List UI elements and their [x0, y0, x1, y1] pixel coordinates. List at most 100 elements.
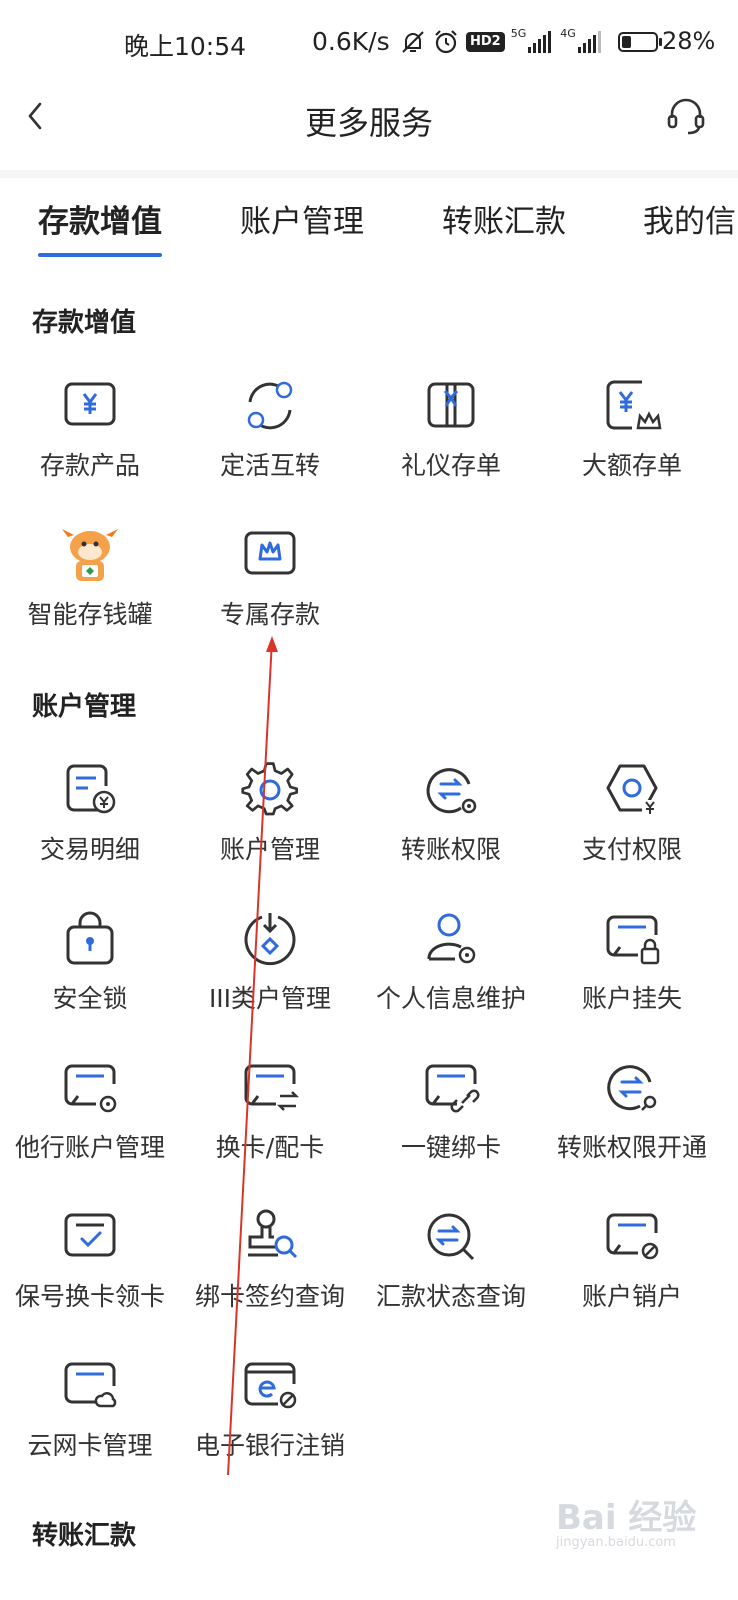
nav-bar: 更多服务: [0, 80, 738, 170]
service-label: 换卡/配卡: [215, 1133, 325, 1162]
hd-badge: HD2: [466, 32, 505, 52]
service-class3-account[interactable]: III类户管理: [180, 909, 360, 1049]
service-label: 安全锁: [52, 984, 128, 1013]
section-title-account: 账户管理: [32, 692, 137, 722]
lock-icon: [66, 911, 114, 965]
service-cloud-card[interactable]: 云网卡管理: [0, 1356, 180, 1496]
yuan-card-icon: [64, 382, 116, 426]
service-account-management[interactable]: 账户管理: [180, 760, 360, 900]
card-link-icon: [425, 1064, 480, 1113]
service-smart-piggy-bank[interactable]: 智能存钱罐: [0, 525, 180, 665]
network-speed: 0.6K/s: [312, 27, 390, 56]
customer-service-button[interactable]: [664, 94, 708, 138]
transfer-magnifier-icon: [427, 1213, 475, 1261]
card-settings-icon: [64, 1064, 117, 1113]
stamp-search-icon: [248, 1209, 298, 1259]
signal-icon: [528, 31, 552, 53]
e-card-cancel-icon: [244, 1362, 297, 1409]
transfer-search-icon: [607, 1065, 657, 1111]
battery-icon: [617, 32, 662, 52]
card-cancel-icon: [606, 1213, 659, 1260]
status-time: 晚上10:54: [124, 32, 247, 61]
service-transaction-details[interactable]: 交易明细: [0, 760, 180, 900]
service-label: 智能存钱罐: [27, 600, 153, 629]
service-label: 转账权限开通: [556, 1133, 707, 1162]
mute-bell-icon: [402, 31, 424, 53]
user-settings-icon: [427, 913, 476, 964]
network-4g-label: 4G: [560, 26, 576, 40]
service-gift-deposit[interactable]: 礼仪存单: [361, 376, 541, 516]
status-bar: 晚上10:54 0.6K/s HD2 5G 4G 28%: [0, 0, 738, 80]
signal-icon: [577, 31, 601, 53]
service-label: 电子银行注销: [194, 1431, 345, 1460]
yuan-crown-icon: [606, 380, 662, 430]
service-security-lock[interactable]: 安全锁: [0, 909, 180, 1049]
service-label: 一键绑卡: [400, 1133, 501, 1162]
watermark-text: Bai 经验: [556, 1498, 697, 1538]
crown-card-icon: [244, 531, 296, 575]
service-one-click-bind[interactable]: 一键绑卡: [361, 1058, 541, 1198]
tab-deposit[interactable]: 存款增值: [38, 196, 162, 241]
card-lock-icon: [606, 915, 660, 965]
active-tab-indicator: [38, 253, 162, 257]
section-title-transfer: 转账汇款: [32, 1521, 137, 1551]
tab-my-credit[interactable]: 我的信: [643, 196, 736, 241]
service-label: 大额存单: [581, 451, 682, 480]
service-deposit-products[interactable]: 存款产品: [0, 376, 180, 516]
headset-icon: [667, 98, 705, 135]
service-label: 礼仪存单: [400, 451, 501, 480]
cow-mascot-icon: [62, 529, 118, 581]
service-binding-query[interactable]: 绑卡签约查询: [180, 1207, 360, 1347]
battery-percent: 28%: [662, 27, 716, 55]
service-label: 账户销户: [581, 1282, 682, 1311]
tab-transfer[interactable]: 转账汇款: [442, 196, 566, 241]
service-label: 绑卡签约查询: [194, 1282, 345, 1311]
service-close-account[interactable]: 账户销户: [542, 1207, 722, 1347]
service-ebank-cancel[interactable]: 电子银行注销: [180, 1356, 360, 1496]
alarm-icon: [435, 30, 457, 54]
service-label: 定活互转: [219, 451, 320, 480]
card-cloud-icon: [64, 1362, 117, 1408]
service-keep-number-card[interactable]: 保号换卡领卡: [0, 1207, 180, 1347]
service-label: III类户管理: [208, 984, 332, 1013]
download-diamond-icon: [244, 913, 296, 966]
card-exchange-icon: [244, 1064, 300, 1111]
card-check-icon: [64, 1213, 116, 1257]
transfer-settings-icon: [426, 768, 477, 814]
service-change-card[interactable]: 换卡/配卡: [180, 1058, 360, 1198]
exchange-cycle-icon: [247, 381, 293, 430]
service-transfer-permission[interactable]: 转账权限: [361, 760, 541, 900]
tab-account[interactable]: 账户管理: [240, 196, 364, 241]
service-label: 支付权限: [581, 835, 682, 864]
gear-icon: [241, 762, 299, 816]
service-label: 账户管理: [219, 835, 320, 864]
service-report-loss[interactable]: 账户挂失: [542, 909, 722, 1049]
watermark-subtext: jingyan.baidu.com: [556, 1535, 676, 1550]
category-tabs: 存款增值 账户管理 转账汇款 我的信: [0, 178, 738, 260]
service-exclusive-deposit[interactable]: 专属存款: [180, 525, 360, 665]
hexagon-yuan-icon: [606, 764, 658, 816]
service-enable-transfer[interactable]: 转账权限开通: [542, 1058, 722, 1198]
service-other-bank-accounts[interactable]: 他行账户管理: [0, 1058, 180, 1198]
service-payment-permission[interactable]: 支付权限: [542, 760, 722, 900]
service-personal-info[interactable]: 个人信息维护: [361, 909, 541, 1049]
network-5g-label: 5G: [510, 26, 527, 40]
gift-card-icon: [427, 382, 475, 428]
page-title: 更多服务: [304, 104, 433, 142]
header-divider: [0, 170, 738, 178]
status-icons: HD2 5G 4G: [400, 24, 664, 60]
service-label: 保号换卡领卡: [14, 1282, 165, 1311]
service-label: 账户挂失: [581, 984, 682, 1013]
service-label: 个人信息维护: [375, 984, 526, 1013]
service-label: 转账权限: [400, 835, 501, 864]
service-remittance-status[interactable]: 汇款状态查询: [361, 1207, 541, 1347]
service-fixed-demand-transfer[interactable]: 定活互转: [180, 376, 360, 516]
service-label: 他行账户管理: [14, 1133, 165, 1162]
service-label: 交易明细: [39, 835, 140, 864]
section-title-deposit: 存款增值: [32, 308, 137, 338]
service-label: 存款产品: [39, 451, 140, 480]
document-yuan-icon: [66, 764, 116, 814]
service-large-deposit[interactable]: 大额存单: [542, 376, 722, 516]
watermark: Bai 经验 jingyan.baidu.com: [556, 1490, 696, 1550]
service-label: 云网卡管理: [27, 1431, 153, 1460]
